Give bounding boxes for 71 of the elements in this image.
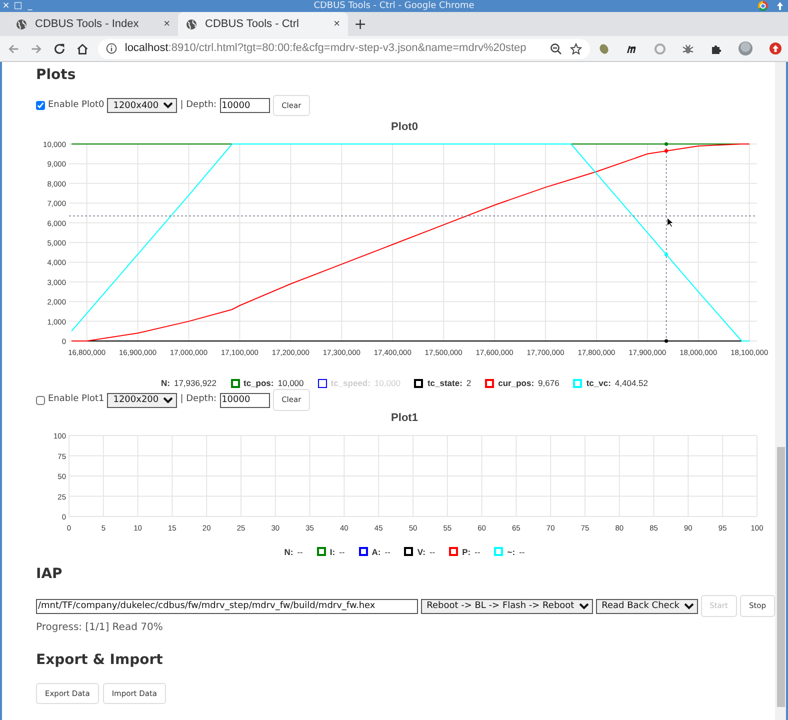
legend-swatch[interactable]: [404, 547, 414, 556]
info-icon: [106, 43, 117, 54]
close-button[interactable]: ×: [0, 0, 12, 12]
address-bar[interactable]: localhost:8910/ctrl.html?tgt=80:00:fe&cfg=mdrv-step-v3.json&name=mdrv%20step: [98, 38, 590, 58]
depth-field[interactable]: 10000: [220, 98, 270, 114]
section-heading: Plots: [36, 67, 77, 84]
minimize-button[interactable]: _: [24, 0, 36, 12]
legend-label: cur_pos:: [498, 377, 534, 390]
zoom-out-icon[interactable]: [550, 42, 562, 54]
globe-icon: [186, 18, 197, 30]
legend-value: --: [474, 546, 480, 558]
depth-label: | Depth:: [180, 99, 217, 112]
legend-label: P:: [462, 546, 471, 558]
bug-icon[interactable]: [682, 42, 694, 54]
avatar-icon[interactable]: [738, 41, 753, 56]
depth-field[interactable]: 10000: [220, 392, 270, 408]
close-tab-button[interactable]: ×: [164, 16, 170, 32]
checkbox-label: Enable Plot0: [48, 99, 104, 112]
legend-swatch[interactable]: [358, 547, 368, 556]
legend-value: --: [519, 546, 525, 558]
legend-label: tc_state:: [427, 377, 462, 390]
checkbox-label: Enable Plot1: [48, 393, 104, 406]
legend-value: --: [384, 546, 390, 558]
legend-value: 2: [466, 377, 472, 390]
progress-text: Progress: [1/1] Read 70%: [36, 621, 164, 636]
file-path-field[interactable]: /mnt/TF/company/dukelec/cdbus/fw/mdrv_step/mdrv_fw/build/mdrv_fw.hex: [36, 598, 418, 614]
legend-label: tc_vc:: [586, 377, 611, 390]
check-select[interactable]: Read Back Check: [596, 598, 698, 614]
legend-label: tc_pos:: [244, 377, 274, 390]
browser-tab[interactable]: CDBUS Tools - Ctrl ×: [178, 12, 348, 36]
legend-value: 9,676: [538, 377, 560, 390]
legend-swatch[interactable]: [316, 547, 326, 556]
puzzle-icon[interactable]: [710, 42, 722, 54]
legend-value: --: [429, 546, 436, 558]
new-tab-button[interactable]: +: [348, 12, 373, 36]
legend-value: --: [297, 546, 303, 558]
window-title: CDBUS Tools - Ctrl - Google Chrome: [314, 1, 474, 11]
legend-value: --: [339, 546, 345, 558]
size-select[interactable]: 1200x200: [107, 392, 178, 408]
enable-checkbox[interactable]: [36, 396, 45, 405]
maximize-button[interactable]: □: [12, 0, 24, 12]
section-heading: Export & Import: [36, 652, 164, 669]
legend-value: 10,000: [278, 377, 304, 390]
legend-label: ~:: [507, 546, 516, 558]
legend-label: I:: [330, 546, 336, 558]
globe-icon: [16, 18, 27, 30]
chrome-icon: [758, 1, 768, 11]
legend-swatch[interactable]: [230, 379, 240, 388]
enable-checkbox[interactable]: [36, 101, 45, 110]
chart-title: Plot0: [390, 120, 419, 135]
depth-label: | Depth:: [180, 393, 217, 406]
legend-label: N:: [160, 377, 170, 390]
chart-title: Plot1: [390, 411, 419, 426]
legend-value: 17,936,922: [174, 377, 217, 390]
legend-swatch[interactable]: [449, 547, 458, 556]
legend-swatch[interactable]: [485, 379, 494, 388]
close-tab-button[interactable]: ×: [334, 16, 340, 32]
legend-label: V:: [417, 546, 426, 558]
size-select[interactable]: 1200x400: [107, 98, 178, 114]
up-arrow-icon[interactable]: [776, 1, 784, 11]
browser-tab[interactable]: CDBUS Tools - Index ×: [8, 12, 178, 36]
star-icon[interactable]: [570, 42, 582, 54]
legend-label: A:: [372, 546, 381, 558]
legend-swatch[interactable]: [414, 379, 424, 388]
mode-select[interactable]: Reboot -> BL -> Flash -> Reboot: [420, 598, 593, 614]
legend-label: N:: [284, 546, 294, 558]
legend-value: 4,404.52: [614, 377, 648, 390]
scrollbar[interactable]: [775, 62, 786, 720]
update-icon[interactable]: [769, 42, 782, 55]
legend-swatch[interactable]: [318, 379, 327, 388]
section-heading: IAP: [36, 566, 64, 584]
